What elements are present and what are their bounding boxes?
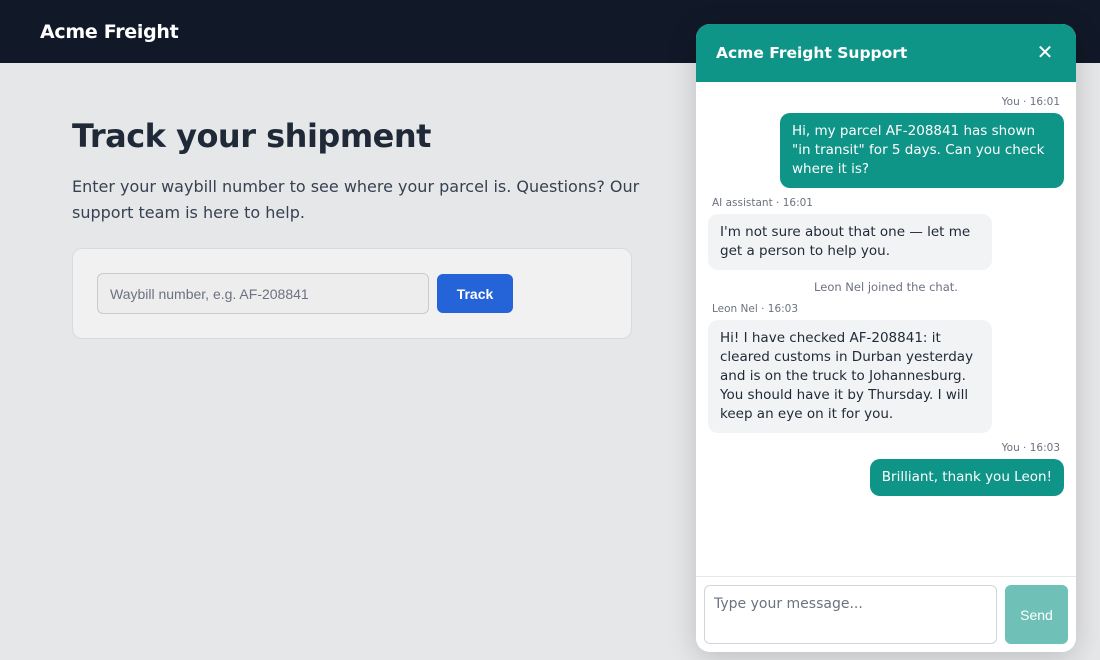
chat-composer: Send bbox=[696, 576, 1076, 652]
main-content: Track your shipment Enter your waybill n… bbox=[72, 116, 642, 226]
page-description: Enter your waybill number to see where y… bbox=[72, 177, 640, 222]
message-bubble-user: Brilliant, thank you Leon! bbox=[869, 459, 1064, 496]
close-icon[interactable]: ✕ bbox=[1034, 42, 1056, 64]
message-meta: You · 16:01 bbox=[1001, 96, 1060, 108]
chat-title: Acme Freight Support bbox=[716, 44, 908, 62]
waybill-input[interactable] bbox=[97, 273, 429, 314]
brand-logo[interactable]: Acme Freight bbox=[40, 21, 179, 43]
chat-widget: Acme Freight Support ✕ You · 16:01 Hi, m… bbox=[696, 24, 1076, 652]
message-bubble-assistant: I'm not sure about that one — let me get… bbox=[708, 214, 992, 270]
message-meta: Leon Nel · 16:03 bbox=[712, 303, 799, 315]
system-message: Leon Nel joined the chat. bbox=[814, 280, 958, 294]
chat-header: Acme Freight Support ✕ bbox=[696, 24, 1076, 82]
message-bubble-user: Hi, my parcel AF-208841 has shown "in tr… bbox=[780, 113, 1064, 188]
send-button[interactable]: Send bbox=[1005, 585, 1068, 644]
message-meta: You · 16:03 bbox=[1001, 442, 1060, 454]
chat-messages[interactable]: You · 16:01 Hi, my parcel AF-208841 has … bbox=[696, 82, 1076, 576]
tracking-card: Track bbox=[72, 248, 632, 339]
track-button[interactable]: Track bbox=[437, 274, 513, 313]
message-bubble-agent: Hi! I have checked AF-208841: it cleared… bbox=[708, 320, 992, 433]
message-input[interactable] bbox=[704, 585, 997, 644]
message-meta: AI assistant · 16:01 bbox=[712, 197, 813, 209]
page-title: Track your shipment bbox=[72, 117, 431, 155]
